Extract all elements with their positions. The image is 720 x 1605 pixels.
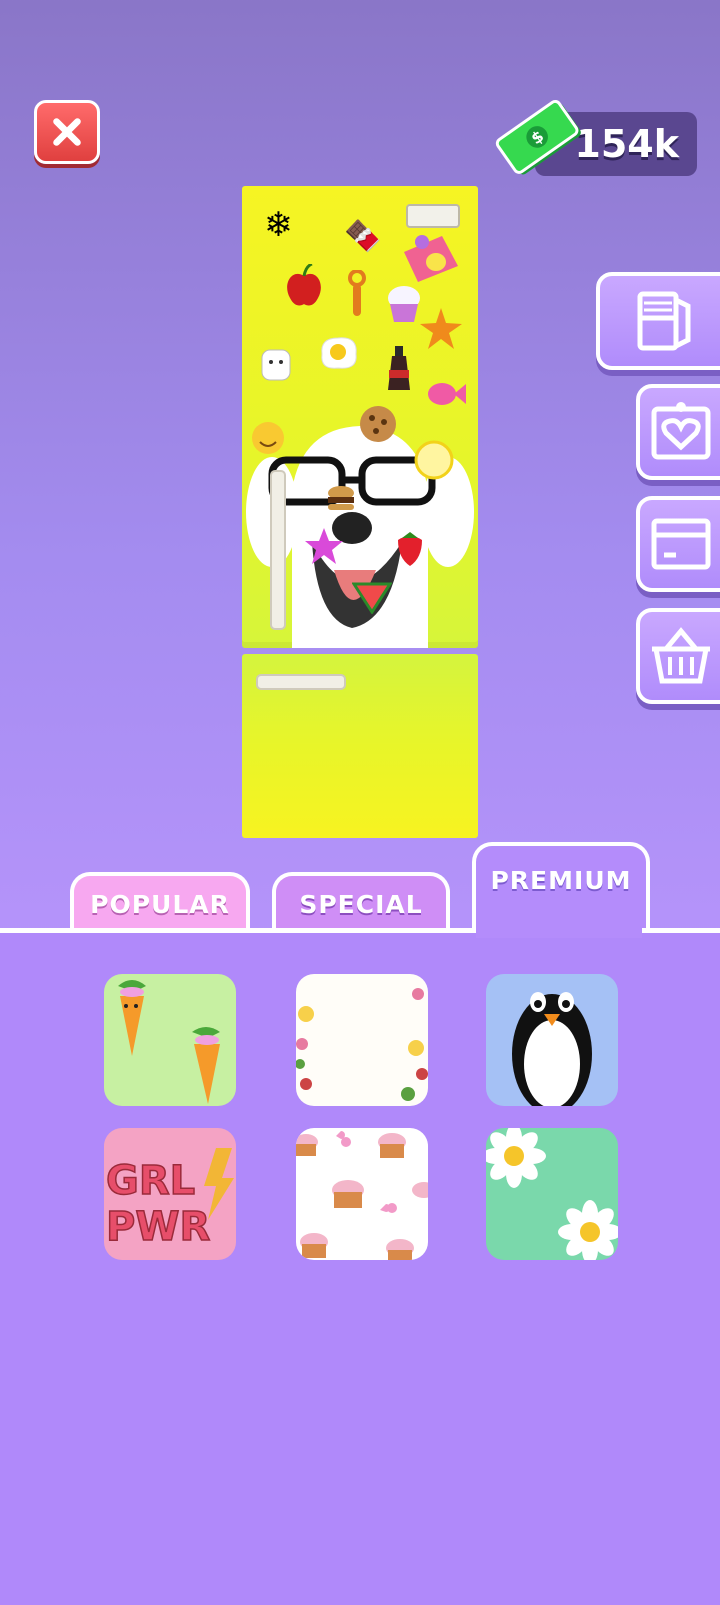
box-icon [651,518,711,570]
tab-special[interactable]: SPECIAL [272,872,450,932]
tab-popular[interactable]: POPULAR [70,872,250,932]
egg-magnet[interactable] [318,334,360,372]
cookie-magnet[interactable] [358,404,398,444]
pwr-text: PWR [106,1204,210,1250]
penguin-sticker [486,974,618,1106]
cupcake-pattern-sticker [296,1128,428,1260]
pineapple-note-magnet[interactable] [400,232,460,286]
popsicle-magnet[interactable]: 🍫 [344,222,381,252]
sticker-carrot-dancers[interactable] [104,974,236,1106]
apple-magnet[interactable] [284,264,324,310]
tab-premium[interactable]: PREMIUM [472,842,650,932]
smiley-magnet[interactable] [250,420,286,456]
tab-premium-label: PREMIUM [490,866,632,895]
sticker-daisies[interactable] [486,1128,618,1260]
box-tool-button[interactable] [636,496,720,592]
grl-pwr-sticker: GRL PWR [104,1128,236,1260]
fish-magnet[interactable] [426,378,466,410]
cash-icon: $ [495,99,581,175]
strawberry-magnet[interactable] [396,532,424,566]
sticker-penguin[interactable] [486,974,618,1106]
active-tab-connector [476,926,642,938]
grl-text: GRL [106,1158,195,1204]
fridge-nameplate [406,204,460,228]
tab-popular-label: POPULAR [90,889,230,919]
lemon-slice-magnet[interactable] [414,440,454,480]
freezer-door-handle[interactable] [256,674,346,690]
daisy-sticker [486,1128,618,1260]
currency-amount: 154k [574,122,679,166]
snowflake-magnet[interactable]: ❄ [264,208,293,242]
magnet-tool-button[interactable] [636,384,720,480]
basket-icon [652,627,710,684]
starfish-magnet[interactable] [304,526,344,566]
cat-magnet[interactable] [258,344,294,384]
fridge-tool-button[interactable] [596,272,720,370]
close-icon [53,118,81,146]
close-button[interactable] [34,100,100,164]
star-flower-magnet[interactable] [418,306,464,352]
heart-note-icon [651,402,711,460]
bottle-opener-magnet[interactable] [346,270,368,318]
fridge-door-handle[interactable] [270,470,286,630]
sticker-grl-pwr[interactable]: GRL PWR [104,1128,236,1260]
sticker-cupcakes[interactable] [296,1128,428,1260]
carrot-sticker [104,974,236,1106]
sticker-flower-frame[interactable] [296,974,428,1106]
shop-tool-button[interactable] [636,608,720,704]
fridge-icon [637,291,691,351]
burger-magnet[interactable] [326,484,356,514]
cola-bottle-magnet[interactable] [386,346,412,392]
watermelon-magnet[interactable] [352,580,392,614]
flower-border-sticker [296,974,428,1106]
tab-special-label: SPECIAL [299,889,423,919]
